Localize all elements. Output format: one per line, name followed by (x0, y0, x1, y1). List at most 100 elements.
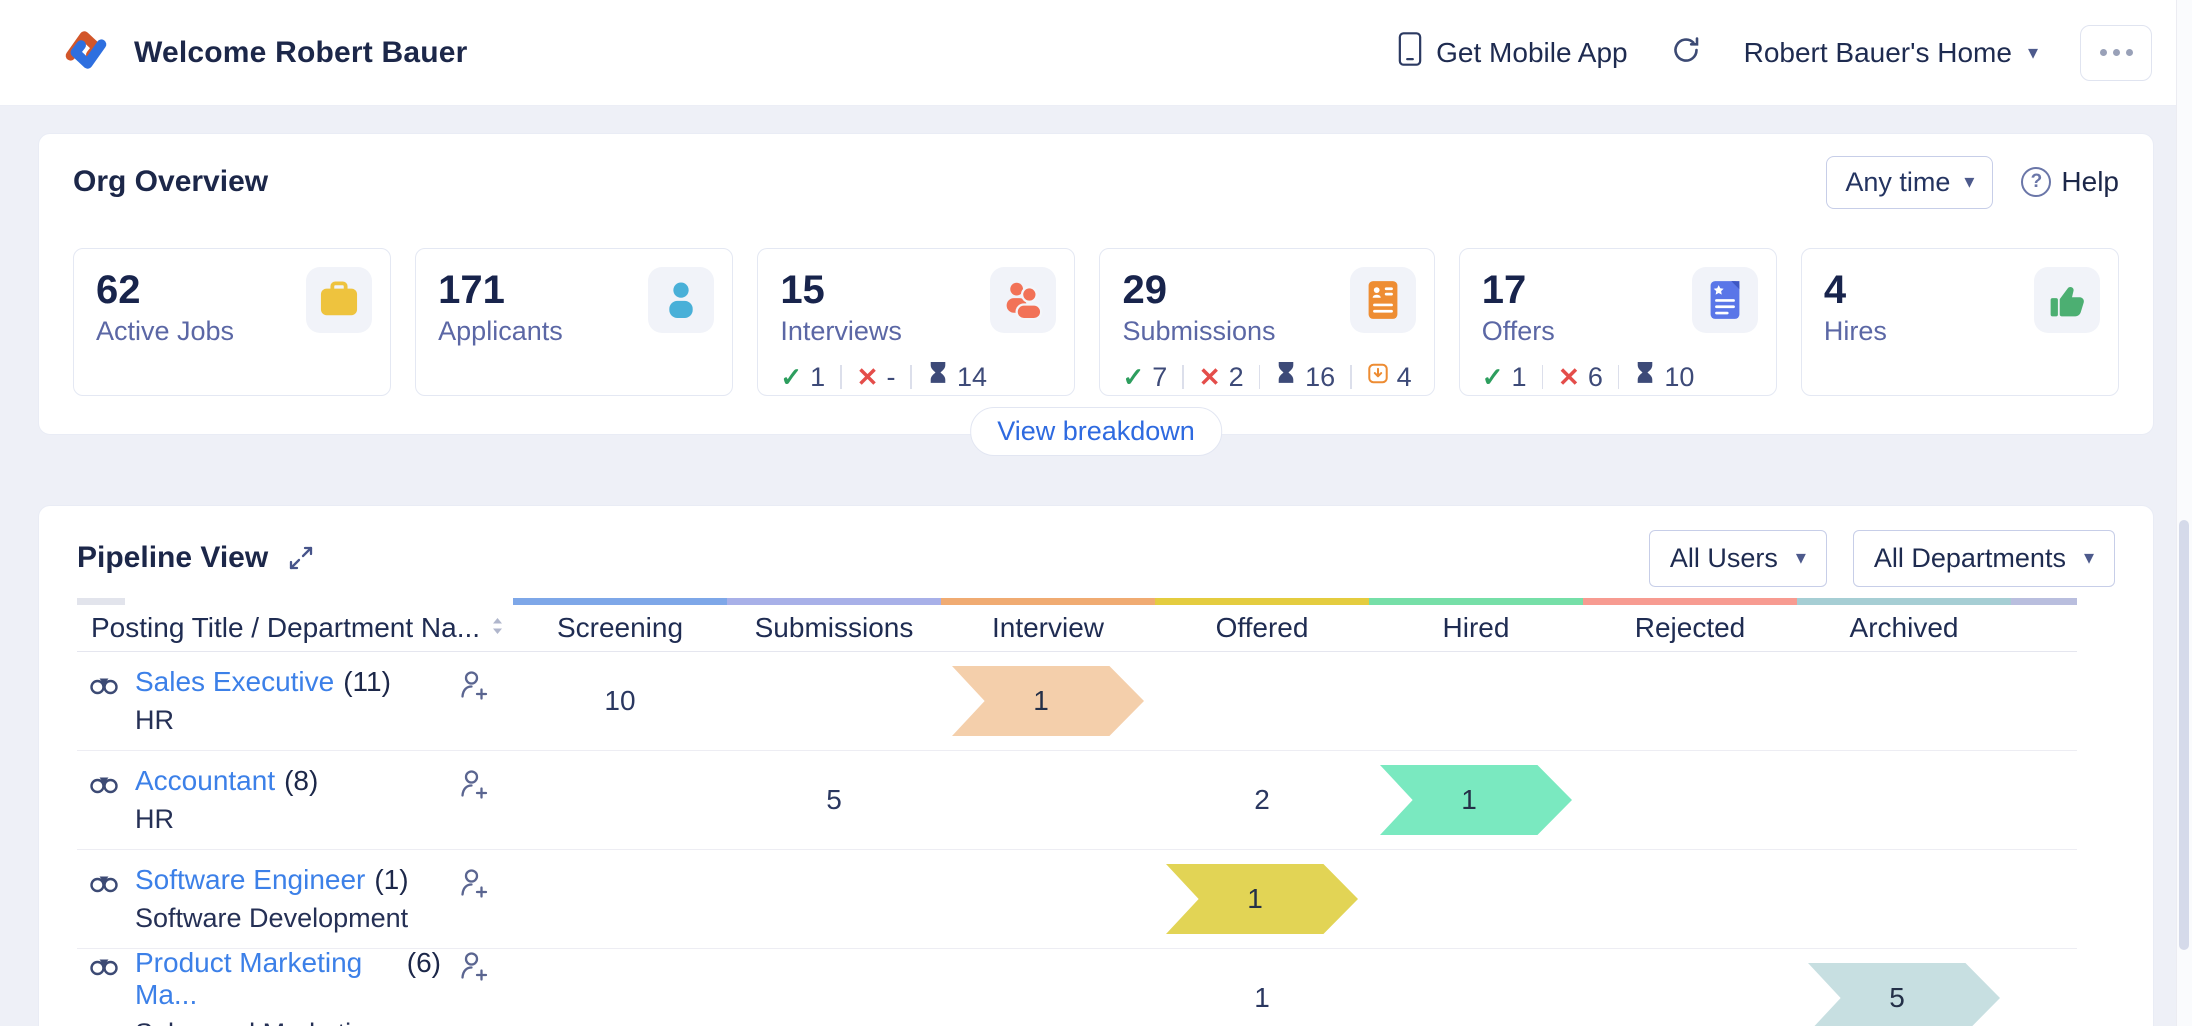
chevron-down-icon: ▾ (2028, 43, 2038, 63)
cross-icon: ✕ (1558, 362, 1580, 393)
job-info: Software Engineer(1)Software Development (135, 864, 409, 934)
all-users-dropdown[interactable]: All Users ▾ (1649, 530, 1827, 587)
stage-strip-segment (941, 598, 1155, 605)
add-candidate-icon[interactable] (457, 949, 491, 988)
all-users-label: All Users (1670, 543, 1778, 574)
stage-cell: 5 (727, 751, 941, 849)
top-bar: Welcome Robert Bauer Get Mobile App Robe… (0, 0, 2192, 106)
all-departments-dropdown[interactable]: All Departments ▾ (1853, 530, 2115, 587)
posting-title-cell: Accountant(8)HR (77, 751, 513, 849)
binoculars-icon[interactable] (89, 952, 119, 983)
stage-cell (727, 850, 941, 948)
posting-title-link[interactable]: Software Engineer (135, 864, 365, 896)
substat: 14 (927, 361, 987, 393)
posting-title-link[interactable]: Accountant (135, 765, 275, 797)
all-departments-label: All Departments (1874, 543, 2066, 574)
pipeline-view-section: Pipeline View All Users ▾ All Department… (38, 505, 2154, 1026)
add-candidate-icon[interactable] (457, 668, 491, 707)
stage-strip-segment (513, 598, 727, 605)
stat-card[interactable]: 15Interviews✓1✕-14 (757, 248, 1075, 396)
stage-column-header[interactable]: Offered (1155, 605, 1369, 651)
substat-value: 6 (1588, 362, 1603, 393)
department-name: HR (135, 705, 391, 736)
stage-cell (1583, 850, 1797, 948)
stage-column-header[interactable]: Screening (513, 605, 727, 651)
substat-divider (1618, 365, 1620, 389)
get-mobile-app-button[interactable]: Get Mobile App (1398, 31, 1627, 74)
more-options-button[interactable] (2080, 25, 2152, 81)
stat-card[interactable]: 171Applicants (415, 248, 733, 396)
chevron-down-icon: ▾ (1964, 172, 1974, 192)
get-mobile-app-label: Get Mobile App (1436, 37, 1627, 69)
refresh-icon[interactable] (1670, 34, 1702, 71)
stage-column-header[interactable]: Submissions (727, 605, 941, 651)
stage-column-header[interactable]: Rejected (1583, 605, 1797, 651)
binoculars-icon[interactable] (89, 770, 119, 801)
scrollbar-thumb[interactable] (2179, 520, 2189, 950)
stage-arrow[interactable]: 1 (1380, 765, 1572, 835)
substat: ✕6 (1558, 362, 1603, 393)
stage-cell (941, 850, 1155, 948)
table-row: Software Engineer(1)Software Development… (77, 850, 2077, 949)
sort-icon[interactable] (490, 612, 505, 644)
briefcase-icon (306, 267, 372, 333)
mobile-phone-icon (1398, 31, 1422, 74)
stage-arrow[interactable]: 5 (1808, 963, 2000, 1026)
home-selector[interactable]: Robert Bauer's Home ▾ (1744, 37, 2038, 69)
chevron-down-icon: ▾ (2084, 548, 2094, 568)
stat-card[interactable]: 29Submissions✓7✕2164 (1099, 248, 1434, 396)
stage-cell (1583, 652, 1797, 750)
org-overview-controls: Any time ▾ ? Help (1826, 156, 2119, 209)
stage-cell: 2 (1155, 751, 1369, 849)
pipeline-header: Pipeline View All Users ▾ All Department… (77, 506, 2115, 578)
substat-value: 7 (1152, 362, 1167, 393)
job-info: Accountant(8)HR (135, 765, 318, 835)
stage-strip-segment (1797, 598, 2011, 605)
stage-column-header[interactable]: Archived (1797, 605, 2011, 651)
applicant-count: (8) (284, 765, 318, 797)
stage-strip-segment (1155, 598, 1369, 605)
stage-cell (513, 751, 727, 849)
substat-value: 1 (1512, 362, 1527, 393)
stage-count: 2 (1254, 784, 1270, 816)
stage-cell-filler (2011, 949, 2077, 1026)
binoculars-icon[interactable] (89, 671, 119, 702)
stage-strip-segment (1369, 598, 1583, 605)
add-candidate-icon[interactable] (457, 767, 491, 806)
stage-arrow[interactable]: 1 (1166, 864, 1358, 934)
expand-icon[interactable] (286, 543, 316, 573)
posting-title-link[interactable]: Sales Executive (135, 666, 334, 698)
hourglass-icon (1275, 361, 1297, 393)
pipeline-filters: All Users ▾ All Departments ▾ (1649, 530, 2115, 587)
substat-divider (910, 365, 912, 389)
stage-arrow[interactable]: 1 (952, 666, 1144, 736)
stage-cell (1583, 751, 1797, 849)
posting-title-column-header[interactable]: Posting Title / Department Na... (77, 605, 513, 651)
stat-card[interactable]: 62Active Jobs (73, 248, 391, 396)
posting-title-link[interactable]: Product Marketing Ma... (135, 947, 398, 1011)
stat-substats: ✓1✕610 (1482, 361, 1754, 393)
binoculars-icon[interactable] (89, 869, 119, 900)
stage-count: 1 (1254, 982, 1270, 1014)
applicant-person-icon (648, 267, 714, 333)
stage-column-header[interactable]: Interview (941, 605, 1155, 651)
help-button[interactable]: ? Help (2021, 166, 2119, 198)
posting-title-cell: Product Marketing Ma...(6)Sales and Mark… (77, 949, 513, 1026)
stat-card[interactable]: 4Hires (1801, 248, 2119, 396)
check-icon: ✓ (1482, 362, 1504, 393)
hourglass-icon (927, 361, 949, 393)
substat-divider (1182, 365, 1184, 389)
stage-cell-filler (2011, 652, 2077, 750)
scrollbar[interactable] (2176, 0, 2192, 1026)
substat-divider (1259, 365, 1261, 389)
pipeline-table: Posting Title / Department Na...Screenin… (77, 598, 2077, 1026)
add-candidate-icon[interactable] (457, 866, 491, 905)
stage-cell: 1 (1155, 949, 1369, 1026)
substat: 10 (1634, 361, 1694, 393)
stat-card[interactable]: 17Offers✓1✕610 (1459, 248, 1777, 396)
view-breakdown-button[interactable]: View breakdown (970, 407, 1222, 456)
help-label: Help (2061, 166, 2119, 198)
job-info: Product Marketing Ma...(6)Sales and Mark… (135, 947, 441, 1026)
time-filter-dropdown[interactable]: Any time ▾ (1826, 156, 1993, 209)
stage-column-header[interactable]: Hired (1369, 605, 1583, 651)
